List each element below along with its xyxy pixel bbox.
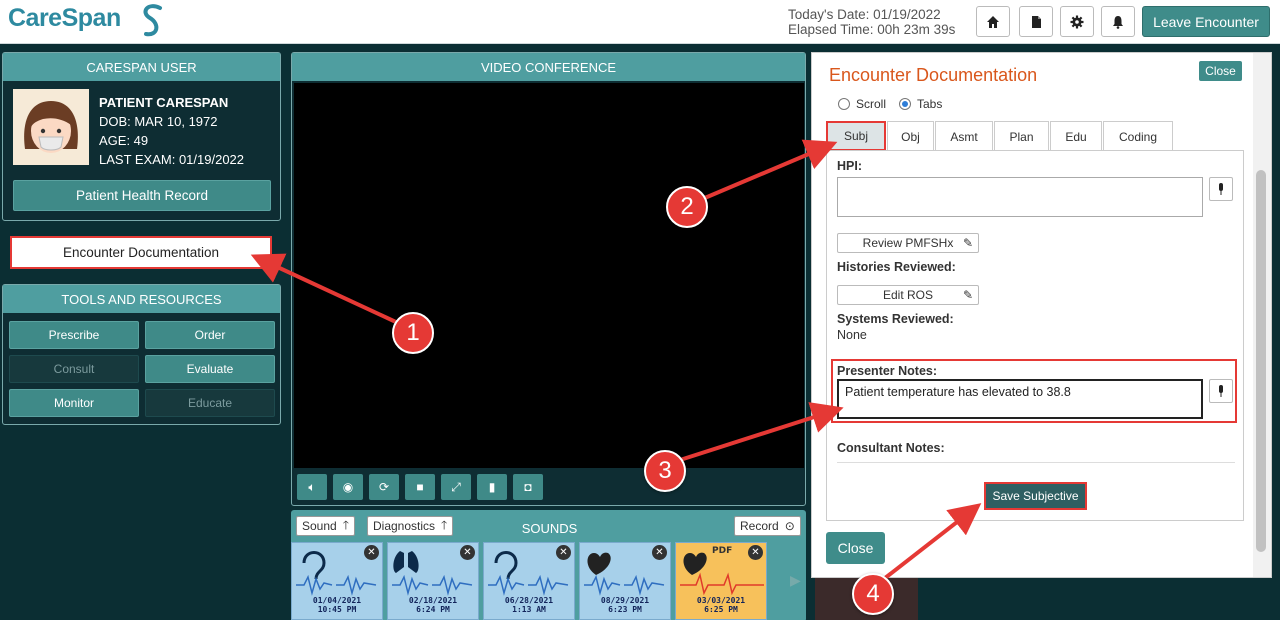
arrow-2 (699, 139, 838, 202)
callout-1: 1 (392, 312, 434, 354)
callout-4: 4 (852, 573, 894, 615)
callout-2: 2 (666, 186, 708, 228)
arrow-4 (878, 503, 982, 584)
arrow-1 (250, 253, 399, 325)
arrow-3 (679, 402, 844, 462)
annotation-overlay (250, 139, 982, 584)
callout-3: 3 (644, 450, 686, 492)
